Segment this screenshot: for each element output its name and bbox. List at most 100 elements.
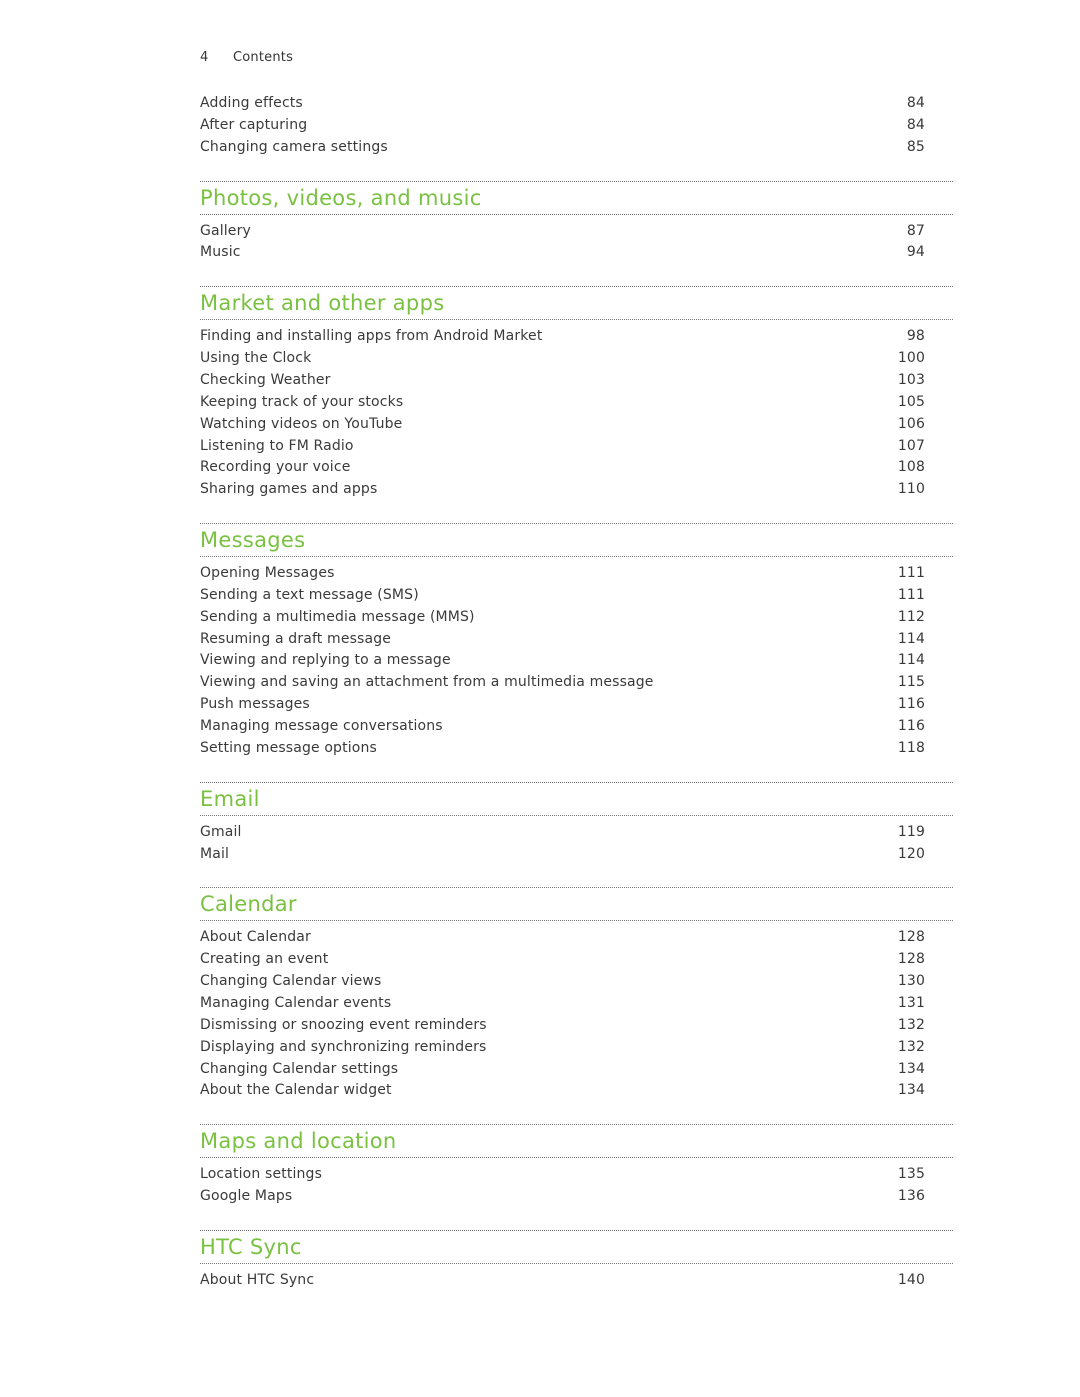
toc-entry[interactable]: Listening to FM Radio 107: [200, 435, 925, 457]
toc-entry-title[interactable]: Dismissing or snoozing event reminders: [200, 1014, 487, 1036]
toc-entry-page: 87: [906, 222, 925, 239]
section-heading: HTC Sync: [200, 1229, 953, 1264]
toc-entry[interactable]: Setting message options 118: [200, 737, 925, 759]
toc-entry-title[interactable]: After capturing: [200, 114, 307, 136]
toc-entry[interactable]: Push messages 116: [200, 693, 925, 715]
toc-entry[interactable]: Adding effects 84: [200, 92, 925, 114]
toc-entry[interactable]: About the Calendar widget 134: [200, 1079, 925, 1101]
section-title[interactable]: Market and other apps: [200, 289, 444, 317]
toc-entry-title[interactable]: Watching videos on YouTube: [200, 413, 402, 435]
toc-entry-title[interactable]: Recording your voice: [200, 456, 350, 478]
section-title[interactable]: Maps and location: [200, 1127, 397, 1155]
toc-entry[interactable]: Sharing games and apps 110: [200, 478, 925, 500]
toc-entry-page: 130: [897, 973, 925, 990]
toc-entry[interactable]: Music 94: [200, 241, 925, 263]
section-title[interactable]: Messages: [200, 526, 305, 554]
toc-entry[interactable]: Opening Messages 111: [200, 562, 925, 584]
toc-entry[interactable]: Managing message conversations 116: [200, 715, 925, 737]
toc-entry-title[interactable]: Checking Weather: [200, 369, 331, 391]
toc-entry-title[interactable]: Changing Calendar settings: [200, 1058, 398, 1080]
toc-entry-page: 128: [897, 951, 925, 968]
toc-entry[interactable]: About HTC Sync 140: [200, 1269, 925, 1291]
toc-entry-title[interactable]: About the Calendar widget: [200, 1079, 392, 1101]
toc-entry-title[interactable]: Listening to FM Radio: [200, 435, 354, 457]
toc-entry[interactable]: Keeping track of your stocks 105: [200, 391, 925, 413]
toc-entry-page: 85: [906, 138, 925, 155]
toc-entry-title[interactable]: About HTC Sync: [200, 1269, 314, 1291]
toc-entry-title[interactable]: About Calendar: [200, 926, 311, 948]
toc-entry[interactable]: Checking Weather 103: [200, 369, 925, 391]
toc-entry-title[interactable]: Push messages: [200, 693, 310, 715]
toc-entry-title[interactable]: Sharing games and apps: [200, 478, 377, 500]
toc-entry[interactable]: Managing Calendar events 131: [200, 992, 925, 1014]
section-title[interactable]: HTC Sync: [200, 1233, 302, 1261]
toc-entry-page: 112: [897, 608, 925, 625]
toc-entry[interactable]: Viewing and replying to a message 114: [200, 649, 925, 671]
toc-entry-title[interactable]: Music: [200, 241, 241, 263]
toc-entry-title[interactable]: Finding and installing apps from Android…: [200, 325, 542, 347]
toc-entry-page: 132: [897, 1016, 925, 1033]
toc-entry[interactable]: Gallery 87: [200, 220, 925, 242]
toc-entry[interactable]: Google Maps 136: [200, 1185, 925, 1207]
toc-entry-page: 98: [906, 328, 925, 345]
toc-entry-title[interactable]: Sending a text message (SMS): [200, 584, 419, 606]
toc-entry-page: 111: [897, 586, 925, 603]
toc-entry-title[interactable]: Location settings: [200, 1163, 322, 1185]
toc-entry[interactable]: Changing Calendar settings 134: [200, 1058, 925, 1080]
toc-entry-title[interactable]: Managing message conversations: [200, 715, 443, 737]
toc-entry-title[interactable]: Mail: [200, 843, 229, 865]
toc-entry-title[interactable]: Using the Clock: [200, 347, 311, 369]
toc-entry[interactable]: Viewing and saving an attachment from a …: [200, 671, 925, 693]
toc-entry-title[interactable]: Keeping track of your stocks: [200, 391, 403, 413]
toc-entry[interactable]: Gmail 119: [200, 821, 925, 843]
toc-entry[interactable]: Using the Clock 100: [200, 347, 925, 369]
toc-entry[interactable]: Changing Calendar views 130: [200, 970, 925, 992]
section-title[interactable]: Calendar: [200, 890, 297, 918]
toc-entry[interactable]: Resuming a draft message 114: [200, 628, 925, 650]
toc-entry-title[interactable]: Setting message options: [200, 737, 377, 759]
toc-entry-page: 116: [897, 696, 925, 713]
toc-entry-title[interactable]: Gallery: [200, 220, 251, 242]
toc-entry-title[interactable]: Viewing and saving an attachment from a …: [200, 671, 654, 693]
toc-entry-page: 118: [897, 739, 925, 756]
toc-entry[interactable]: Creating an event 128: [200, 948, 925, 970]
toc-entry-title[interactable]: Displaying and synchronizing reminders: [200, 1036, 486, 1058]
toc-entry-page: 116: [897, 718, 925, 734]
toc-entry[interactable]: After capturing 84: [200, 114, 925, 136]
toc-entry-title[interactable]: Creating an event: [200, 948, 328, 970]
toc-entry[interactable]: Sending a multimedia message (MMS) 112: [200, 606, 925, 628]
section-title[interactable]: Photos, videos, and music: [200, 184, 482, 212]
toc-entry[interactable]: About Calendar 128: [200, 926, 925, 948]
toc-entry[interactable]: Changing camera settings 85: [200, 136, 925, 158]
toc-entry[interactable]: Sending a text message (SMS) 111: [200, 584, 925, 606]
toc-entry[interactable]: Recording your voice 108: [200, 456, 925, 478]
toc-entry[interactable]: Finding and installing apps from Android…: [200, 325, 925, 347]
toc-entry-title[interactable]: Managing Calendar events: [200, 992, 391, 1014]
toc-entry[interactable]: Location settings 135: [200, 1163, 925, 1185]
toc-entry-page: 84: [906, 95, 925, 111]
toc-entry[interactable]: Displaying and synchronizing reminders 13…: [200, 1036, 925, 1058]
section-heading: Market and other apps: [200, 286, 953, 321]
toc-entry-title[interactable]: Gmail: [200, 821, 242, 843]
toc-entry-title[interactable]: Changing Calendar views: [200, 970, 381, 992]
toc-entry-page: 84: [906, 116, 925, 133]
toc-entry-title[interactable]: Google Maps: [200, 1185, 292, 1207]
toc-entry-title[interactable]: Opening Messages: [200, 562, 335, 584]
toc-entry-page: 106: [897, 415, 925, 432]
toc-entry[interactable]: Dismissing or snoozing event reminders 13…: [200, 1014, 925, 1036]
toc-entry[interactable]: Watching videos on YouTube 106: [200, 413, 925, 435]
toc-entry-title[interactable]: Changing camera settings: [200, 136, 388, 158]
toc-entry[interactable]: Mail 120: [200, 843, 925, 865]
toc-entry-page: 100: [897, 350, 925, 367]
section-title[interactable]: Email: [200, 785, 260, 813]
toc-entry-title[interactable]: Adding effects: [200, 92, 303, 114]
toc-entry-page: 114: [897, 652, 925, 669]
toc-entry-page: 108: [897, 459, 925, 476]
toc-entry-title[interactable]: Resuming a draft message: [200, 628, 391, 650]
toc-entry-title[interactable]: Sending a multimedia message (MMS): [200, 606, 475, 628]
section-heading: Messages: [200, 523, 953, 558]
section-heading: Email: [200, 781, 953, 816]
page-header: 4 Contents: [200, 50, 293, 65]
toc-entry-title[interactable]: Viewing and replying to a message: [200, 649, 451, 671]
toc-entry-page: 140: [897, 1271, 925, 1288]
